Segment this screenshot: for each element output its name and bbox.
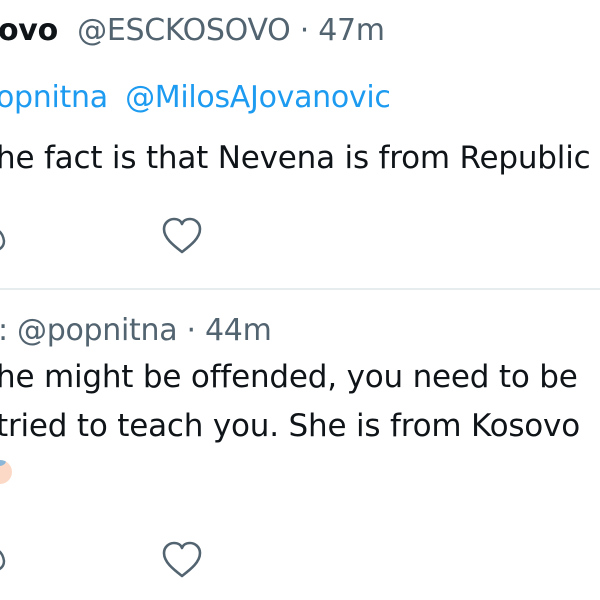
tweet-1-handle[interactable]: @ESCKOSOVO <box>77 13 291 48</box>
tweet-1-reply-button[interactable] <box>0 223 14 255</box>
tweet-1-display-name[interactable]: ovo <box>0 13 58 48</box>
tweet-2-text-line-2: tried to teach you. She is from Kosovo <box>0 408 580 444</box>
reply-icon <box>0 543 14 575</box>
tweet-1-separator: · <box>290 13 319 48</box>
tweet-1-like-button[interactable] <box>161 216 203 256</box>
tweet-2-handle[interactable]: : @popnitna <box>0 313 178 348</box>
mention-milosajovanovic[interactable]: @MilosAJovanovic <box>125 80 391 115</box>
tweet-1-header: ovo @ESCKOSOVO · 47m <box>0 16 385 46</box>
heart-icon <box>161 540 203 580</box>
tweet-2-header: : @popnitna · 44m <box>0 316 272 346</box>
tweet-1-text: he fact is that Nevena is from Republic <box>0 140 591 176</box>
tweet-1-replying-to: opnitna @MilosAJovanovic <box>0 83 391 113</box>
emoji-face-icon <box>0 460 12 484</box>
reply-icon <box>0 223 14 255</box>
tweet-divider <box>0 288 600 290</box>
tweet-1-timestamp[interactable]: 47m <box>318 13 385 48</box>
tweet-2-text-line-1: he might be offended, you need to be <box>0 359 578 395</box>
tweet-2-like-button[interactable] <box>161 540 203 580</box>
timeline: ovo @ESCKOSOVO · 47m opnitna @MilosAJova… <box>0 0 600 600</box>
mention-popnitna[interactable]: opnitna <box>0 80 108 115</box>
tweet-2-separator: · <box>177 313 206 348</box>
tweet-2-timestamp[interactable]: 44m <box>205 313 272 348</box>
heart-icon <box>161 216 203 256</box>
tweet-2-reply-button[interactable] <box>0 543 14 575</box>
